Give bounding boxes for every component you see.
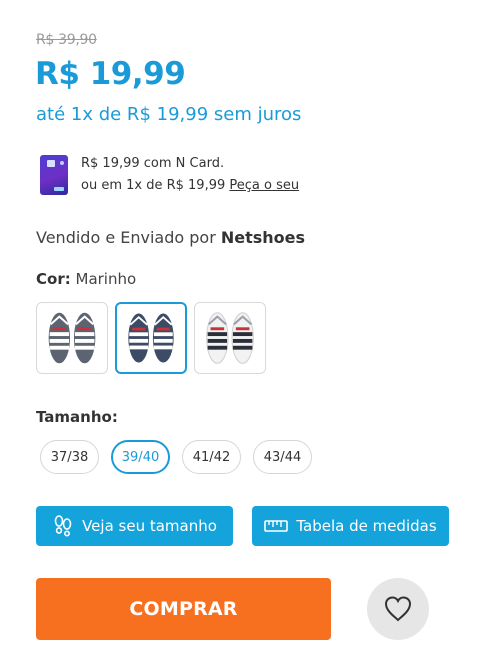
footprints-icon <box>54 515 72 537</box>
color-option-navy[interactable] <box>115 302 187 374</box>
favorite-button[interactable] <box>367 578 429 640</box>
ncard-request-link[interactable]: Peça o seu <box>229 178 299 193</box>
seller-info: Vendido e Enviado por Netshoes <box>36 228 305 247</box>
flipflop-navy-image <box>128 313 174 363</box>
color-selected-name: Marinho <box>75 270 137 288</box>
size-help-label: Veja seu tamanho <box>82 517 217 535</box>
size-help-button[interactable]: Veja seu tamanho <box>36 506 233 546</box>
size-option-37-38[interactable]: 37/38 <box>40 440 99 474</box>
measure-table-label: Tabela de medidas <box>296 517 437 535</box>
seller-name: Netshoes <box>220 228 306 247</box>
seller-prefix: Vendido e Enviado por <box>36 228 221 247</box>
flipflop-gray-image <box>48 312 96 364</box>
current-price: R$ 19,99 <box>35 56 186 92</box>
ncard-offer: R$ 19,99 com N Card. <box>81 156 225 171</box>
installments-info: até 1x de R$ 19,99 sem juros <box>36 104 302 125</box>
old-price: R$ 39,90 <box>36 32 97 48</box>
size-option-41-42[interactable]: 41/42 <box>182 440 241 474</box>
buy-button[interactable]: COMPRAR <box>36 578 331 640</box>
ruler-icon <box>264 520 289 532</box>
color-label-row: Cor: Marinho <box>36 270 136 288</box>
color-option-white[interactable] <box>194 302 266 374</box>
size-option-43-44[interactable]: 43/44 <box>253 440 312 474</box>
color-option-gray[interactable] <box>36 302 108 374</box>
flipflop-white-image <box>206 312 254 364</box>
size-label: Tamanho: <box>36 408 118 426</box>
measure-table-button[interactable]: Tabela de medidas <box>252 506 449 546</box>
ncard-icon <box>40 155 68 195</box>
heart-icon <box>384 596 412 622</box>
ncard-installments: ou em 1x de R$ 19,99 Peça o seu <box>81 178 299 193</box>
ncard-installments-text: ou em 1x de R$ 19,99 <box>81 178 230 193</box>
color-label: Cor: <box>36 270 71 288</box>
size-option-39-40[interactable]: 39/40 <box>111 440 170 474</box>
